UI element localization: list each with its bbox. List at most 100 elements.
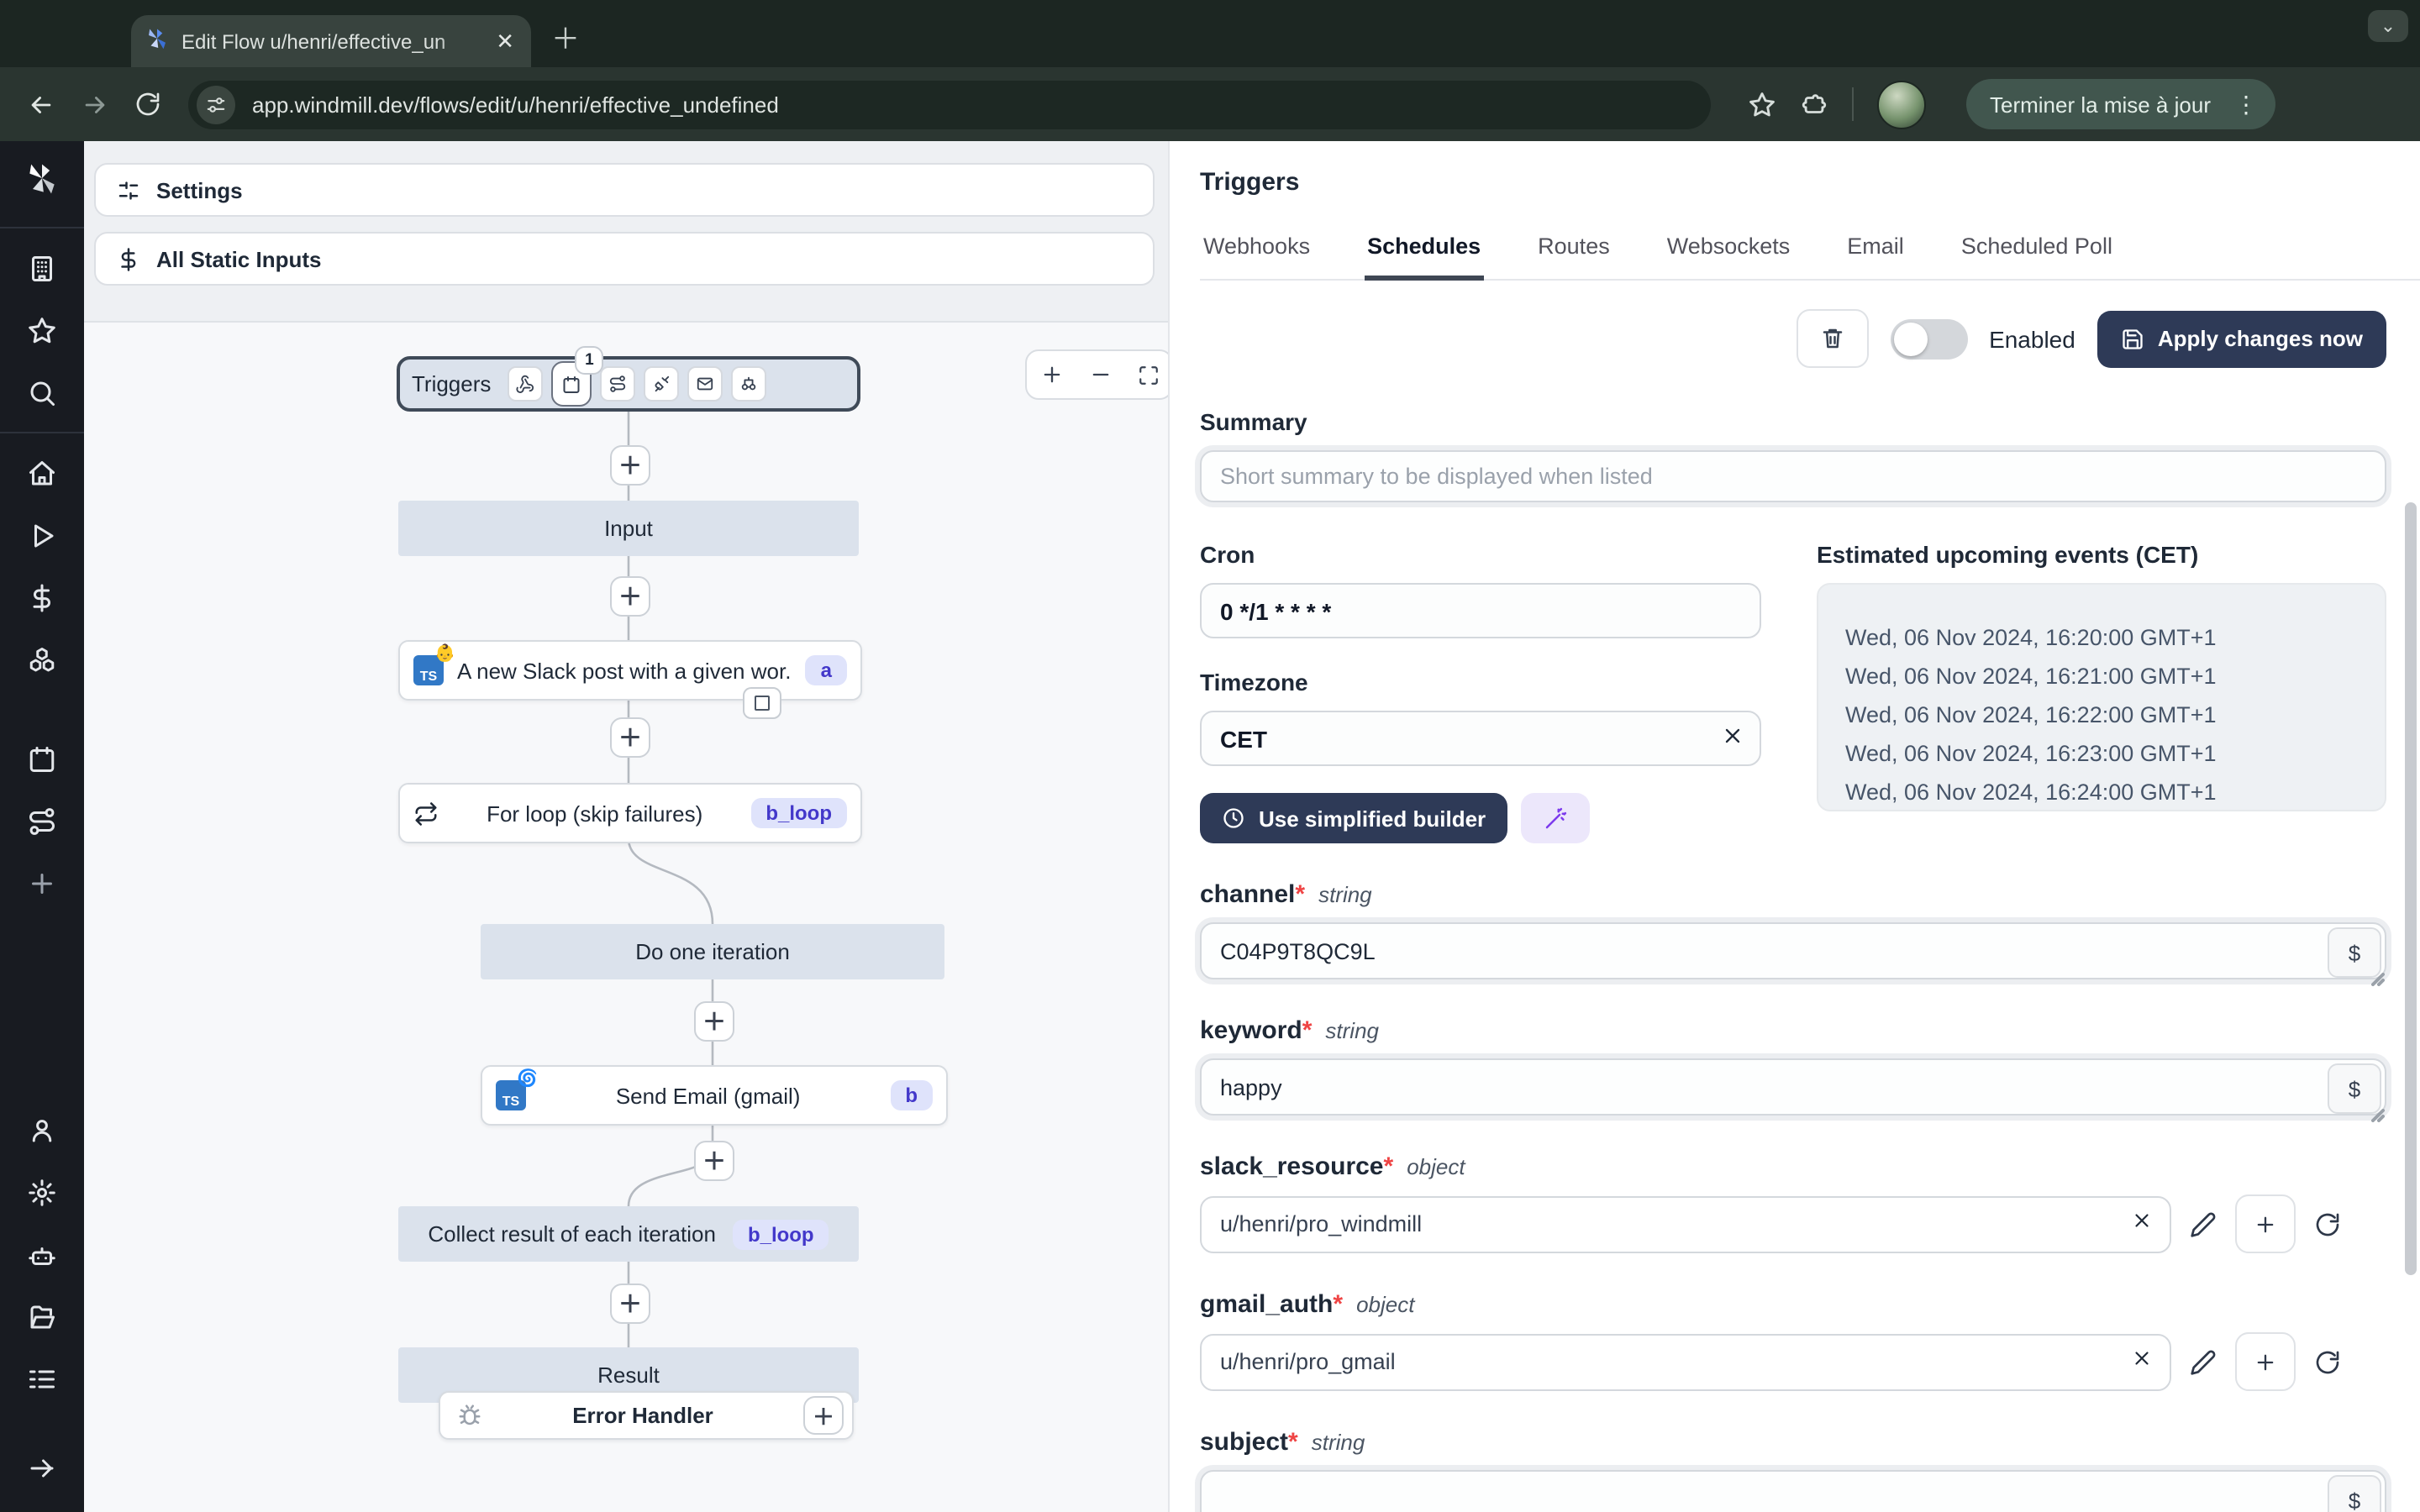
input-node[interactable]: Input <box>398 501 859 556</box>
chrome-update-button[interactable]: Terminer la mise à jour ⋮ <box>1966 79 2275 129</box>
expr-toggle-button[interactable]: $ <box>2328 1475 2381 1512</box>
simplified-builder-button[interactable]: Use simplified builder <box>1200 793 1508 843</box>
tab-routes[interactable]: Routes <box>1534 234 1613 279</box>
edit-resource-icon[interactable] <box>2190 1348 2217 1375</box>
apply-changes-button[interactable]: Apply changes now <box>2096 310 2386 367</box>
route-trigger-icon[interactable] <box>600 366 636 402</box>
static-inputs-card[interactable]: All Static Inputs <box>94 232 1155 286</box>
field-name: subject <box>1200 1428 1289 1457</box>
refresh-resource-icon[interactable] <box>2314 1210 2341 1237</box>
scheduled-poll-trigger-icon[interactable] <box>731 366 767 402</box>
websocket-trigger-icon[interactable] <box>644 366 680 402</box>
channel-input[interactable] <box>1200 922 2386 979</box>
webhook-trigger-icon[interactable] <box>508 366 544 402</box>
early-stop-button[interactable] <box>743 687 781 719</box>
expr-toggle-button[interactable]: $ <box>2328 927 2381 978</box>
timezone-input[interactable] <box>1200 711 1761 766</box>
windmill-logo[interactable] <box>0 141 84 218</box>
error-handler-node[interactable]: Error Handler ＋ <box>439 1391 854 1440</box>
sidebar-item-settings[interactable] <box>0 1161 84 1223</box>
forward-icon[interactable] <box>71 81 118 128</box>
clear-resource-icon[interactable] <box>2131 1347 2153 1368</box>
tab-close-icon[interactable]: ✕ <box>492 28 518 55</box>
slack-step-node[interactable]: TS 👶 A new Slack post with a given wor..… <box>398 640 862 701</box>
field-type: object <box>1407 1154 1465 1179</box>
tab-search-caret[interactable]: ⌄ <box>2368 10 2408 42</box>
sidebar-item-schedules[interactable] <box>0 727 84 790</box>
clear-resource-icon[interactable] <box>2131 1209 2153 1231</box>
sidebar-item-create[interactable] <box>0 852 84 914</box>
add-step-button[interactable]: ＋ <box>694 1141 734 1181</box>
email-step-node[interactable]: TS 🌀 Send Email (gmail) b <box>481 1065 948 1126</box>
sidebar-item-routes[interactable] <box>0 790 84 852</box>
flow-panel-header: Settings All Static Inputs <box>84 141 1168 323</box>
sidebar-item-home[interactable] <box>0 442 84 504</box>
subject-input[interactable] <box>1200 1470 2386 1512</box>
add-step-button[interactable]: ＋ <box>694 1001 734 1042</box>
ai-cron-button[interactable] <box>1521 793 1591 843</box>
new-tab-button[interactable]: ＋ <box>551 15 580 57</box>
iteration-node[interactable]: Do one iteration <box>481 924 944 979</box>
sidebar-item-ai[interactable] <box>0 1223 84 1285</box>
clear-timezone-icon[interactable] <box>1721 724 1744 748</box>
fit-view-icon[interactable] <box>1137 364 1159 386</box>
schedule-trigger-icon[interactable]: 1 <box>551 346 604 407</box>
slack-resource-input[interactable] <box>1200 1195 2171 1252</box>
add-resource-button[interactable] <box>2235 1194 2296 1253</box>
zoom-out-icon[interactable] <box>1088 363 1112 386</box>
keyword-input[interactable] <box>1200 1058 2386 1116</box>
browser-menu-icon[interactable]: ⋮ <box>2228 90 2265 118</box>
add-step-button[interactable]: ＋ <box>610 1284 650 1324</box>
resize-handle[interactable] <box>2371 1109 2385 1122</box>
tab-webhooks[interactable]: Webhooks <box>1200 234 1313 279</box>
panel-scrollbar[interactable] <box>2405 502 2417 1275</box>
resize-handle[interactable] <box>2371 973 2385 986</box>
refresh-resource-icon[interactable] <box>2314 1348 2341 1375</box>
site-settings-icon[interactable] <box>197 85 235 123</box>
settings-card[interactable]: Settings <box>94 163 1155 217</box>
delete-schedule-button[interactable] <box>1796 309 1869 368</box>
add-step-button[interactable]: ＋ <box>610 717 650 758</box>
add-resource-button[interactable] <box>2235 1332 2296 1391</box>
add-error-handler-button[interactable]: ＋ <box>803 1396 844 1435</box>
event-item: Wed, 06 Nov 2024, 16:22:00 GMT+1 <box>1845 702 2217 727</box>
flow-canvas[interactable]: Triggers 1 ＋ Input ＋ TS 👶 A new Slack po… <box>84 323 1168 1512</box>
sidebar-item-search[interactable] <box>0 361 84 423</box>
profile-avatar[interactable] <box>1877 80 1926 129</box>
bookmark-star-icon[interactable] <box>1748 90 1776 118</box>
sidebar-item-apps[interactable] <box>0 1347 84 1410</box>
cron-input[interactable] <box>1200 583 1761 638</box>
sidebar-item-favorites[interactable] <box>0 299 84 361</box>
gmail-auth-input[interactable] <box>1200 1333 2171 1390</box>
enabled-toggle[interactable] <box>1890 318 1968 359</box>
tab-scheduled-poll[interactable]: Scheduled Poll <box>1958 234 2116 279</box>
tab-websockets[interactable]: Websockets <box>1664 234 1794 279</box>
tab-schedules[interactable]: Schedules <box>1364 234 1485 281</box>
upcoming-events-box: Wed, 06 Nov 2024, 16:20:00 GMT+1 Wed, 06… <box>1817 583 2386 811</box>
expr-toggle-button[interactable]: $ <box>2328 1063 2381 1114</box>
triggers-node[interactable]: Triggers 1 <box>397 346 860 412</box>
sidebar-item-workspace[interactable] <box>0 237 84 299</box>
app-sidebar <box>0 141 84 1512</box>
edit-resource-icon[interactable] <box>2190 1210 2217 1237</box>
tab-email[interactable]: Email <box>1844 234 1907 279</box>
summary-input[interactable] <box>1200 450 2386 502</box>
add-step-button[interactable]: ＋ <box>610 576 650 617</box>
sidebar-item-folders[interactable] <box>0 1285 84 1347</box>
field-name: gmail_auth <box>1200 1290 1334 1319</box>
collect-node[interactable]: Collect result of each iteration b_loop <box>398 1206 859 1262</box>
email-trigger-icon[interactable] <box>687 366 723 402</box>
browser-tab[interactable]: Edit Flow u/henri/effective_un ✕ <box>131 15 531 67</box>
sidebar-expand-icon[interactable] <box>0 1436 84 1499</box>
sidebar-item-runs[interactable] <box>0 504 84 566</box>
address-bar[interactable]: app.windmill.dev/flows/edit/u/henri/effe… <box>188 80 1711 129</box>
extensions-icon[interactable] <box>1800 90 1828 118</box>
sidebar-item-account[interactable] <box>0 1099 84 1161</box>
zoom-in-icon[interactable] <box>1039 363 1063 386</box>
back-icon[interactable] <box>17 81 64 128</box>
reload-icon[interactable] <box>124 81 171 128</box>
sidebar-item-resources[interactable] <box>0 628 84 690</box>
sidebar-item-variables[interactable] <box>0 566 84 628</box>
forloop-step-node[interactable]: For loop (skip failures) b_loop <box>398 783 862 843</box>
add-step-button[interactable]: ＋ <box>610 445 650 486</box>
